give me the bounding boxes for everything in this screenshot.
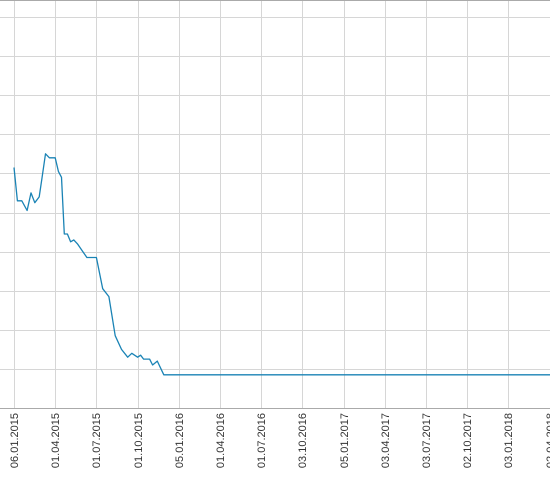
x-tick-label: 01.07.2016 [256, 413, 268, 468]
x-tick-label: 01.10.2015 [133, 413, 145, 468]
line-chart: 06.01.2015 01.04.2015 01.07.2015 01.10.2015… [0, 0, 550, 499]
x-tick-label: 02.10.2017 [462, 413, 474, 468]
x-tick-label: 02.04.2018 [545, 413, 550, 468]
x-tick-label: 03.10.2016 [297, 413, 309, 468]
x-tick-label: 05.01.2016 [174, 413, 186, 468]
x-tick-label: 01.07.2015 [91, 413, 103, 468]
x-tick-label: 03.07.2017 [421, 413, 433, 468]
x-tick-label: 01.04.2015 [50, 413, 62, 468]
x-tick-label: 06.01.2015 [9, 413, 21, 468]
x-tick-label: 03.04.2017 [380, 413, 392, 468]
x-tick-label: 01.04.2016 [215, 413, 227, 468]
x-tick-label: 03.01.2018 [503, 413, 515, 468]
x-tick-label: 05.01.2017 [339, 413, 351, 468]
